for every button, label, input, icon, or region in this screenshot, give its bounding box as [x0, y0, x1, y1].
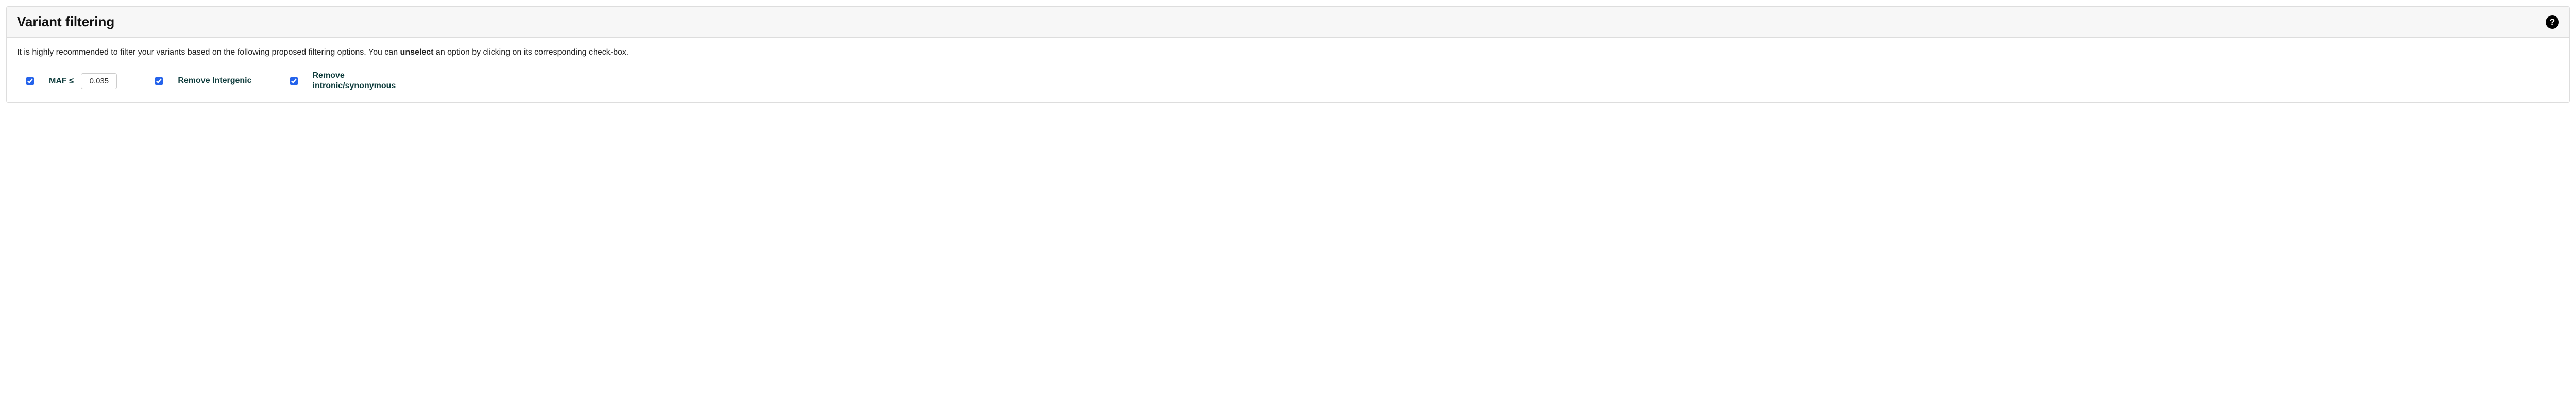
- maf-label: MAF ≤: [49, 77, 74, 86]
- variant-filtering-panel: Variant filtering ? It is highly recomme…: [6, 6, 2570, 103]
- panel-body: It is highly recommended to filter your …: [7, 38, 2569, 102]
- panel-header: Variant filtering ?: [7, 7, 2569, 38]
- desc-post: an option by clicking on its correspondi…: [433, 48, 629, 57]
- panel-description: It is highly recommended to filter your …: [17, 47, 2559, 58]
- intronic-label-line2: intronic/synonymous: [313, 81, 396, 90]
- desc-pre: It is highly recommended to filter your …: [17, 48, 400, 57]
- filter-maf: MAF ≤: [24, 73, 117, 89]
- maf-group: MAF ≤: [49, 73, 117, 89]
- intergenic-label: Remove Intergenic: [178, 76, 251, 86]
- intronic-checkbox[interactable]: [290, 77, 298, 85]
- maf-checkbox[interactable]: [26, 77, 34, 85]
- desc-bold: unselect: [400, 48, 434, 57]
- maf-input[interactable]: [81, 73, 117, 89]
- filters-row: MAF ≤ Remove Intergenic Remove intronic/…: [17, 71, 2559, 91]
- filter-intronic: Remove intronic/synonymous: [288, 71, 396, 91]
- intronic-label-line1: Remove: [313, 71, 345, 80]
- filter-intergenic: Remove Intergenic: [153, 76, 251, 87]
- intronic-label: Remove intronic/synonymous: [313, 71, 396, 91]
- intergenic-checkbox[interactable]: [155, 77, 163, 85]
- help-icon[interactable]: ?: [2546, 15, 2559, 29]
- panel-title: Variant filtering: [17, 14, 114, 30]
